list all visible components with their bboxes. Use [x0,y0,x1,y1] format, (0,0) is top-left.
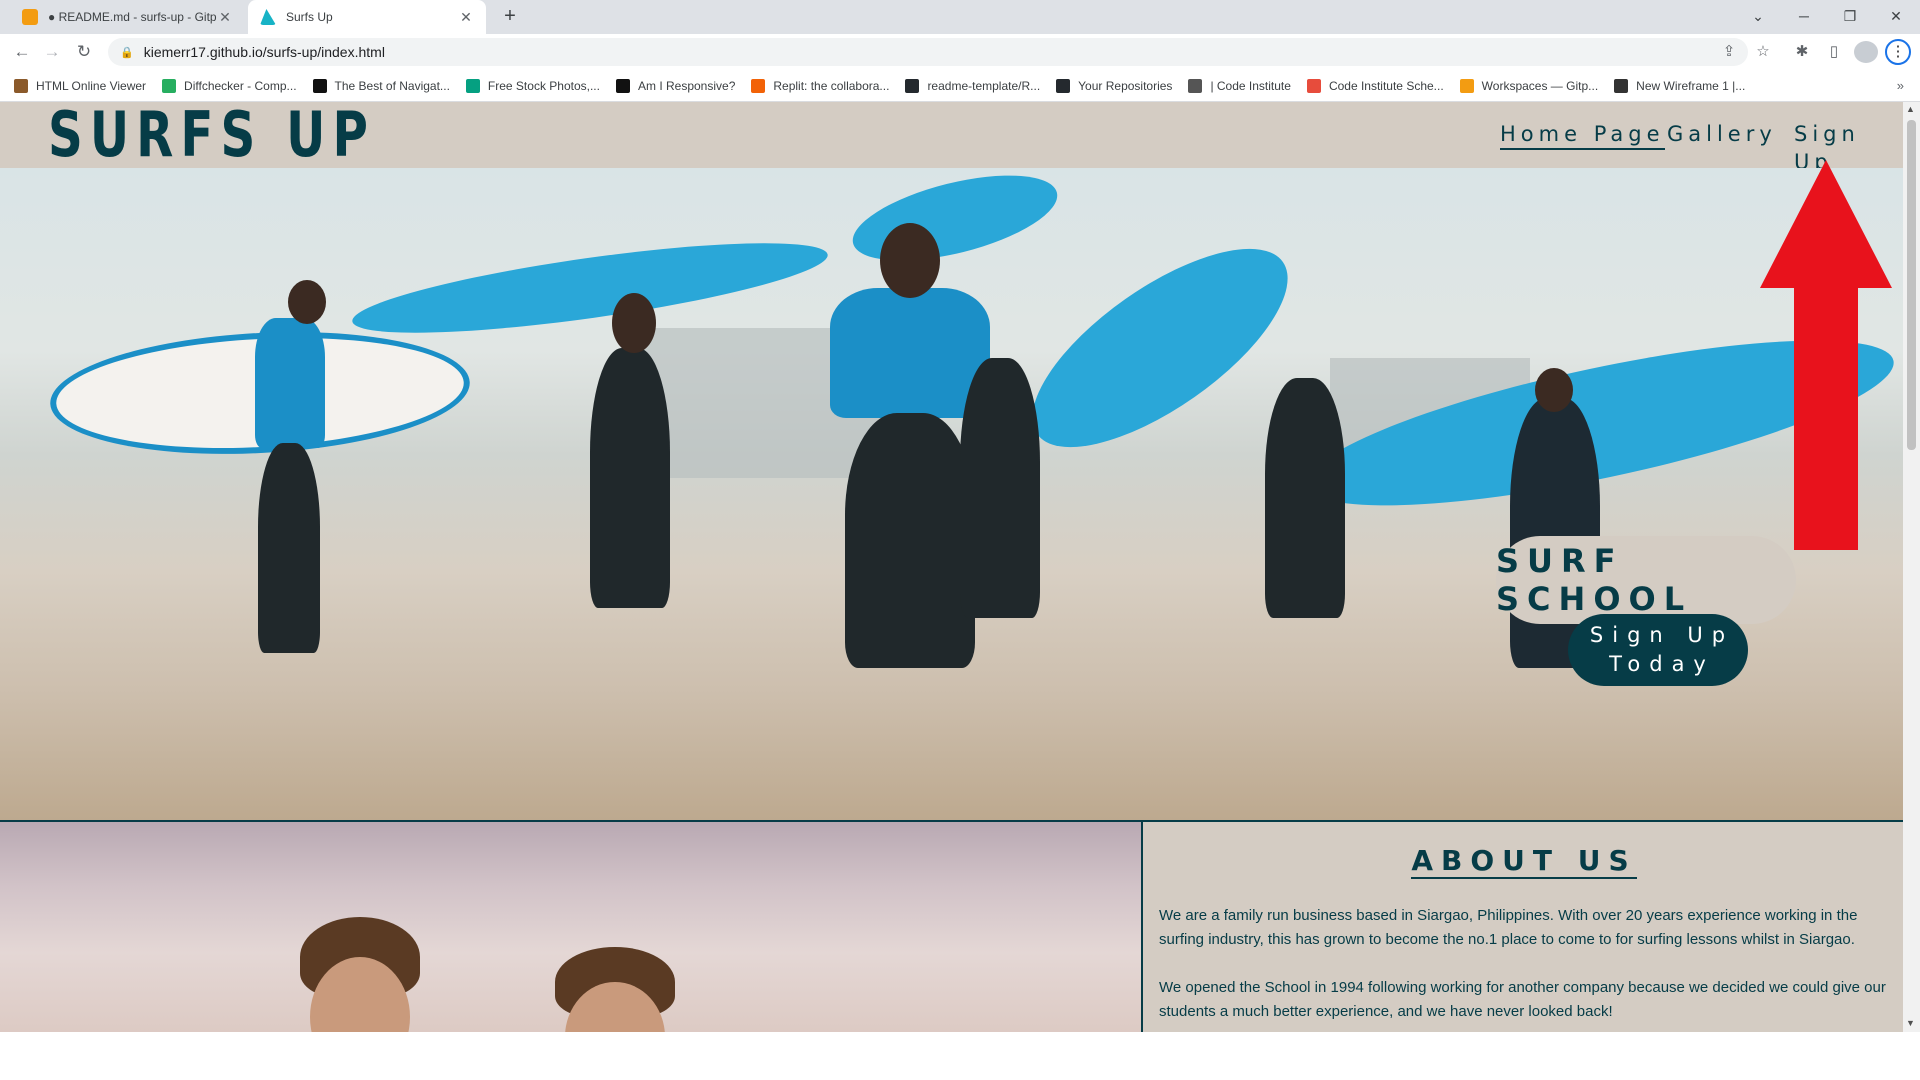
tab-title: ● README.md - surfs-up - Gitpo [48,10,217,24]
bookmark-favicon-icon [1459,78,1474,93]
tab-title: Surfs Up [286,10,333,24]
minimize-icon[interactable]: ─ [1789,4,1819,28]
bookmark-favicon-icon [751,78,766,93]
about-section: ABOUT US We are a family run business ba… [0,820,1903,1032]
new-tab-icon[interactable]: + [498,5,522,28]
lock-icon: 🔒 [120,46,134,59]
profile-avatar-icon[interactable] [1854,41,1878,63]
back-icon[interactable]: ← [10,41,34,63]
browser-menu-icon[interactable]: ⋮ [1885,39,1911,65]
hero-image: SURF SCHOOL Sign Up Today [0,168,1903,820]
share-icon[interactable]: ⇪ [1718,42,1740,60]
bookmark-item[interactable]: The Best of Navigat... [312,78,450,93]
bookmark-item[interactable]: Free Stock Photos,... [465,78,600,93]
close-tab-icon[interactable]: ✕ [458,9,474,26]
about-panel: ABOUT US We are a family run business ba… [1141,820,1903,1032]
sign-up-today-button[interactable]: Sign Up Today [1568,614,1748,686]
reload-icon[interactable]: ↻ [72,41,96,63]
about-photo [0,820,1141,1032]
surfer-body [960,358,1040,618]
bookmark-label: Replit: the collabora... [773,78,890,93]
site-logo[interactable]: SURFS UP [48,102,375,170]
surfer-head [880,223,940,298]
bookmark-favicon-icon [465,78,480,93]
site-header: SURFS UP Home Page Gallery Sign Up [0,102,1903,174]
close-tab-icon[interactable]: ✕ [217,9,233,26]
browser-toolbar: ← → ↻ 🔒 kiemerr17.github.io/surfs-up/ind… [0,34,1920,70]
forward-icon[interactable]: → [40,41,64,63]
bookmark-label: Workspaces — Gitp... [1481,78,1599,93]
bookmark-label: Your Repositories [1078,78,1173,93]
bookmark-item[interactable]: HTML Online Viewer [14,78,147,93]
surfer-body [1265,378,1345,618]
bookmark-item[interactable]: New Wireframe 1 |... [1614,78,1746,93]
bookmark-label: Am I Responsive? [637,78,736,93]
about-heading: ABOUT US [1411,844,1637,879]
bookmark-favicon-icon [1306,78,1321,93]
nav-gallery[interactable]: Gallery [1667,120,1777,148]
url-text: kiemerr17.github.io/surfs-up/index.html [143,44,385,60]
surfboard [844,168,1066,278]
sign-up-today-label: Sign Up Today [1589,623,1735,676]
surfs-up-favicon-icon [260,9,276,25]
bookmark-label: Free Stock Photos,... [487,78,600,93]
hero-heading: SURF SCHOOL [1496,536,1796,624]
more-bookmarks-icon[interactable]: » [1897,78,1904,93]
bookmarks-bar: HTML Online Viewer Diffchecker - Comp... T… [0,70,1920,102]
tab-strip: ● README.md - surfs-up - Gitpo ✕ Surfs U… [0,0,1920,34]
bookmark-star-icon[interactable]: ☆ [1752,42,1774,60]
bookmark-item[interactable]: Code Institute Sche... [1306,78,1444,93]
surfer-head [288,280,326,324]
bookmark-label: Diffchecker - Comp... [184,78,297,93]
restore-icon[interactable]: ❐ [1835,4,1865,28]
tab-surfs-up[interactable]: Surfs Up ✕ [248,0,486,34]
scroll-up-icon[interactable]: ▲ [1906,104,1915,114]
red-annotation-arrow-icon [1760,160,1892,550]
surfer-head [1535,368,1573,412]
bookmark-favicon-icon [1188,78,1203,93]
bookmark-favicon-icon [1056,78,1071,93]
about-paragraph-2: We opened the School in 1994 following w… [1159,979,1886,1020]
surfer-body [590,348,670,608]
surfer-legs [258,443,320,653]
extensions-icon[interactable]: ✱ [1790,41,1814,63]
bookmark-label: Code Institute Sche... [1328,78,1444,93]
bookmark-item[interactable]: Diffchecker - Comp... [162,78,297,93]
nav-home-page[interactable]: Home Page [1500,120,1665,150]
bookmark-label: readme-template/R... [927,78,1041,93]
bookmark-item[interactable]: Workspaces — Gitp... [1459,78,1599,93]
about-paragraph-1: We are a family run business based in Si… [1159,907,1858,948]
surfer-legs [845,413,975,668]
bookmark-label: New Wireframe 1 |... [1636,78,1746,93]
bookmark-item[interactable]: | Code Institute [1188,78,1291,93]
bookmark-item[interactable]: readme-template/R... [905,78,1041,93]
bookmark-favicon-icon [1614,78,1629,93]
surfer-head [612,293,656,353]
gitpod-favicon-icon [22,9,38,25]
scroll-down-icon[interactable]: ▼ [1906,1018,1915,1028]
bookmark-favicon-icon [905,78,920,93]
bookmark-label: | Code Institute [1210,78,1291,93]
bookmark-favicon-icon [615,78,630,93]
bookmark-favicon-icon [14,78,28,93]
bookmark-label: The Best of Navigat... [334,78,450,93]
bookmark-label: HTML Online Viewer [36,78,147,93]
page-scrollbar[interactable]: ▲ ▼ [1903,102,1920,1032]
tab-readme[interactable]: ● README.md - surfs-up - Gitpo ✕ [10,0,245,34]
close-window-icon[interactable]: ✕ [1881,4,1911,28]
bookmark-favicon-icon [312,78,327,93]
surfer-shirt [255,318,325,448]
page-viewport: SURFS UP Home Page Gallery Sign Up SURF … [0,102,1920,1032]
address-bar[interactable]: 🔒 kiemerr17.github.io/surfs-up/index.htm… [108,38,1748,66]
tab-search-icon[interactable]: ⌄ [1743,4,1773,28]
bookmark-item[interactable]: Am I Responsive? [615,78,736,93]
bookmark-item[interactable]: Replit: the collabora... [751,78,890,93]
scroll-thumb[interactable] [1907,120,1916,450]
bookmark-item[interactable]: Your Repositories [1056,78,1173,93]
side-panel-icon[interactable]: ▯ [1822,41,1846,63]
bookmark-favicon-icon [162,78,177,93]
